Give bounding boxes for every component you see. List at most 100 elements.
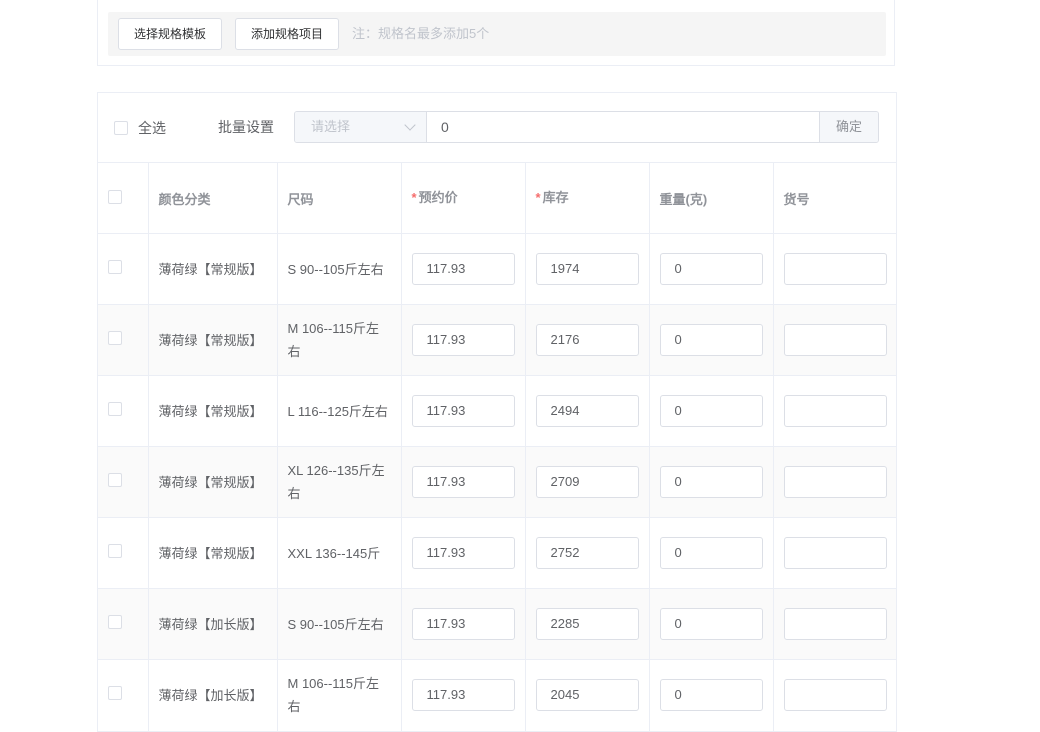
code-input[interactable]: [783, 253, 887, 285]
code-cell: [773, 233, 896, 305]
price-cell: 117.93: [401, 517, 526, 589]
price-input[interactable]: 117.93: [411, 608, 515, 640]
header-color: 颜色分类: [148, 162, 278, 234]
spec-toolbar: 选择规格模板 添加规格项目 注：规格名最多添加5个: [108, 12, 886, 56]
sku-table: 颜色分类 尺码 * 预约价 * 库存 重量(克) 货号 薄荷绿【常规版】 S 90-…: [98, 162, 896, 731]
row-checkbox-cell: [98, 446, 149, 518]
batch-value-input[interactable]: 0: [427, 112, 819, 142]
code-input[interactable]: [783, 608, 887, 640]
weight-cell: 0: [649, 517, 774, 589]
table-row: 薄荷绿【常规版】 XXL 136--145斤 117.93 2752 0: [98, 517, 896, 589]
code-cell: [773, 517, 896, 589]
batch-select-placeholder: 请选择: [311, 119, 351, 134]
size-cell: L 116--125斤左右: [277, 375, 402, 447]
stock-input[interactable]: 2752: [535, 537, 639, 569]
row-checkbox-cell: [98, 588, 149, 660]
code-cell: [773, 375, 896, 447]
required-mark: *: [535, 190, 541, 205]
row-checkbox[interactable]: [108, 614, 122, 629]
color-cell: 薄荷绿【加长版】: [148, 588, 278, 660]
stock-cell: 1974: [525, 233, 650, 305]
size-cell: XL 126--135斤左右: [277, 446, 402, 518]
weight-cell: 0: [649, 659, 774, 731]
weight-input[interactable]: 0: [659, 679, 763, 712]
row-checkbox[interactable]: [108, 543, 122, 558]
batch-confirm-button[interactable]: 确定: [819, 112, 878, 142]
price-cell: 117.93: [401, 375, 526, 447]
spec-panel: 选择规格模板 添加规格项目 注：规格名最多添加5个: [97, 0, 895, 66]
weight-input[interactable]: 0: [659, 537, 763, 569]
row-checkbox[interactable]: [108, 259, 122, 274]
price-input[interactable]: 117.93: [411, 253, 515, 285]
stock-input[interactable]: 2045: [535, 679, 639, 712]
table-row: 薄荷绿【常规版】 M 106--115斤左右 117.93 2176 0: [98, 304, 896, 376]
header-stock: * 库存: [525, 162, 650, 234]
size-cell: M 106--115斤左右: [277, 659, 402, 731]
spec-note: 注：规格名最多添加5个: [352, 26, 490, 41]
size-cell: S 90--105斤左右: [277, 233, 402, 305]
required-mark: *: [411, 190, 417, 205]
stock-input[interactable]: 2285: [535, 608, 639, 640]
table-row: 薄荷绿【加长版】 M 106--115斤左右 117.93 2045 0: [98, 659, 896, 731]
weight-input[interactable]: 0: [659, 395, 763, 427]
price-input[interactable]: 117.93: [411, 679, 515, 712]
color-cell: 薄荷绿【常规版】: [148, 375, 278, 447]
stock-input[interactable]: 2494: [535, 395, 639, 427]
code-input[interactable]: [783, 466, 887, 498]
batch-input-group: 请选择 0 确定: [294, 111, 879, 143]
price-cell: 117.93: [401, 233, 526, 305]
row-checkbox-cell: [98, 304, 149, 376]
select-all-label: 全选: [138, 120, 166, 136]
row-checkbox[interactable]: [108, 401, 122, 416]
header-stock-label: 库存: [542, 190, 569, 205]
code-cell: [773, 659, 896, 731]
price-input[interactable]: 117.93: [411, 324, 515, 356]
weight-cell: 0: [649, 446, 774, 518]
row-checkbox[interactable]: [108, 330, 122, 345]
sku-panel: 全选 批量设置 请选择 0 确定 颜色分类 尺码 * 预约价 * 库存 重量(克…: [97, 92, 897, 732]
stock-input[interactable]: 1974: [535, 253, 639, 285]
weight-input[interactable]: 0: [659, 608, 763, 640]
price-cell: 117.93: [401, 659, 526, 731]
header-checkbox[interactable]: [108, 189, 122, 204]
select-all-checkbox[interactable]: [114, 121, 128, 135]
color-cell: 薄荷绿【加长版】: [148, 659, 278, 731]
select-all[interactable]: 全选: [114, 118, 166, 138]
color-cell: 薄荷绿【常规版】: [148, 233, 278, 305]
chevron-down-icon: [404, 119, 416, 131]
table-row: 薄荷绿【常规版】 S 90--105斤左右 117.93 1974 0: [98, 233, 896, 305]
stock-cell: 2752: [525, 517, 650, 589]
price-input[interactable]: 117.93: [411, 537, 515, 569]
stock-cell: 2494: [525, 375, 650, 447]
stock-input[interactable]: 2176: [535, 324, 639, 356]
color-cell: 薄荷绿【常规版】: [148, 446, 278, 518]
color-cell: 薄荷绿【常规版】: [148, 517, 278, 589]
weight-input[interactable]: 0: [659, 324, 763, 356]
add-spec-item-button[interactable]: 添加规格项目: [235, 18, 340, 50]
weight-input[interactable]: 0: [659, 466, 763, 498]
size-cell: XXL 136--145斤: [277, 517, 402, 589]
weight-cell: 0: [649, 588, 774, 660]
code-input[interactable]: [783, 324, 887, 356]
row-checkbox[interactable]: [108, 472, 122, 487]
header-checkbox-cell: [98, 162, 149, 234]
code-input[interactable]: [783, 537, 887, 569]
price-cell: 117.93: [401, 588, 526, 660]
table-row: 薄荷绿【常规版】 L 116--125斤左右 117.93 2494 0: [98, 375, 896, 447]
code-cell: [773, 588, 896, 660]
batch-set-label: 批量设置: [218, 119, 274, 135]
price-cell: 117.93: [401, 446, 526, 518]
code-input[interactable]: [783, 679, 887, 712]
stock-cell: 2285: [525, 588, 650, 660]
weight-cell: 0: [649, 304, 774, 376]
select-spec-template-button[interactable]: 选择规格模板: [118, 18, 223, 50]
weight-input[interactable]: 0: [659, 253, 763, 285]
stock-input[interactable]: 2709: [535, 466, 639, 498]
header-price: * 预约价: [401, 162, 526, 234]
code-input[interactable]: [783, 395, 887, 427]
header-weight: 重量(克): [649, 162, 774, 234]
price-input[interactable]: 117.93: [411, 466, 515, 498]
batch-field-select[interactable]: 请选择: [295, 112, 427, 142]
price-input[interactable]: 117.93: [411, 395, 515, 427]
stock-cell: 2045: [525, 659, 650, 731]
